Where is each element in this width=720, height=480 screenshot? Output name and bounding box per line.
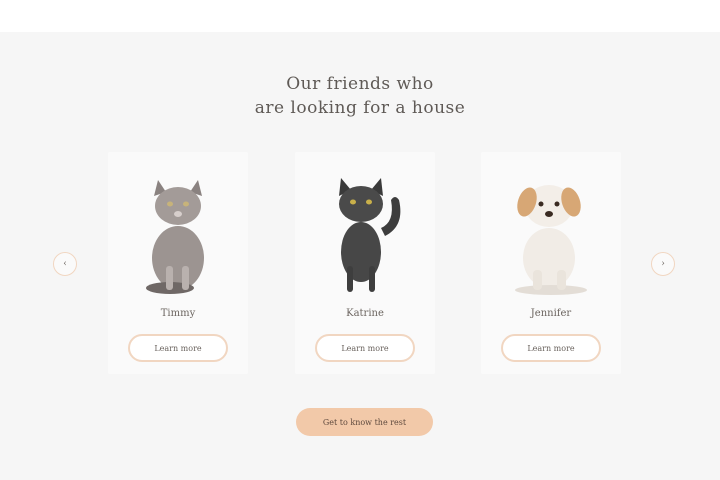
puppy-icon [515,185,587,295]
arrow-right-icon: › [661,259,665,269]
carousel-next-button[interactable]: › [651,252,675,276]
pet-card-jennifer: Jennifer Learn more [481,152,621,374]
pet-name: Katrine [346,308,384,319]
grey-cat-icon [146,180,204,294]
arrow-left-icon: ‹ [63,259,67,269]
get-to-know-rest-button[interactable]: Get to know the rest [296,408,433,436]
black-cat-icon [339,178,401,292]
learn-more-button[interactable]: Learn more [501,334,601,362]
learn-more-button[interactable]: Learn more [315,334,415,362]
section-title-line-2: are looking for a house [254,98,466,118]
pet-name: Jennifer [530,308,572,319]
header-bar [0,0,720,32]
pet-name: Timmy [160,308,196,319]
learn-more-button[interactable]: Learn more [128,334,228,362]
carousel-prev-button[interactable]: ‹ [53,252,77,276]
section-title-line-1: Our friends who [286,74,434,94]
pet-card-timmy: Timmy Learn more [108,152,248,374]
section-title: Our friends who are looking for a house [0,72,720,120]
pet-card-katrine: Katrine Learn more [295,152,435,374]
